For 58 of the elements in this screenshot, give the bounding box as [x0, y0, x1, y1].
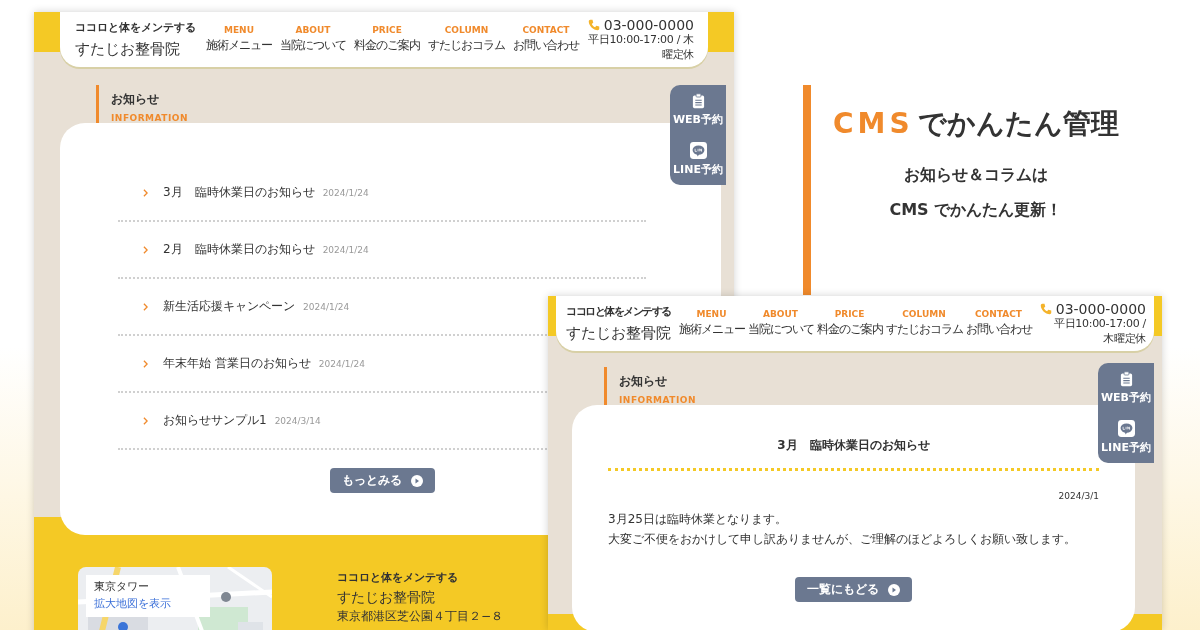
nav-link[interactable]: MENU 施術メニュー	[206, 25, 272, 54]
web-reservation-button[interactable]: WEB予約	[670, 85, 726, 135]
phone-icon	[1039, 303, 1052, 316]
chevron-icon	[143, 416, 148, 425]
line-reservation-button[interactable]: LINE予約	[1098, 413, 1154, 463]
chat-bubble-icon	[689, 142, 707, 160]
news-item[interactable]: 年末年始 営業日のお知らせ 2024/1/24	[163, 355, 365, 372]
nav-link[interactable]: PRICE 料金のご案内	[354, 25, 420, 54]
promo-text: CMS でかんたん更新！	[889, 200, 1063, 221]
nav-link[interactable]: COLUMN すたじおコラム	[428, 25, 505, 54]
footer-clinic-name: すたじお整骨院	[337, 587, 436, 606]
footer-tagline: ココロと体をメンテする	[337, 570, 459, 586]
section-subtitle: INFORMATION	[111, 113, 188, 123]
web-reservation-button[interactable]: WEB予約	[1098, 363, 1154, 413]
chat-bubble-icon	[1117, 420, 1135, 438]
article-date: 2024/3/1	[1058, 491, 1099, 501]
chevron-icon	[143, 359, 148, 368]
article-paragraph: 3月25日は臨時休業となります。	[608, 511, 788, 528]
article-paragraph: 大変ご不便をおかけして申し訳ありませんが、ご理解のほどよろしくお願い致します。	[608, 531, 1077, 548]
article-title: 3月 臨時休業日のお知らせ	[776, 437, 931, 454]
opening-hours: 平日10:00-17:00 / 木曜定休	[1052, 317, 1146, 346]
news-item[interactable]: お知らせサンプル1 2024/3/14	[163, 412, 321, 429]
more-button[interactable]: もっとみる	[329, 468, 435, 493]
map-place-name: 東京タワー	[94, 580, 150, 595]
nav-link[interactable]: ABOUT 当院について	[747, 309, 814, 338]
nav-link[interactable]: ABOUT 当院について	[280, 25, 346, 54]
promo-heading: CMS でかんたん管理	[833, 106, 1119, 142]
line-reservation-button[interactable]: LINE予約	[670, 135, 726, 185]
chevron-icon	[143, 188, 148, 197]
news-item[interactable]: 新生活応援キャンペーン 2024/1/24	[163, 298, 350, 315]
nav-link[interactable]: COLUMN すたじおコラム	[885, 309, 963, 338]
news-item[interactable]: 2月 臨時休業日のお知らせ 2024/1/24	[163, 241, 369, 258]
chevron-icon	[143, 302, 148, 311]
chevron-icon	[143, 245, 148, 254]
news-item[interactable]: 3月 臨時休業日のお知らせ 2024/1/24	[163, 184, 369, 201]
section-title: お知らせ	[111, 91, 160, 108]
phone-icon	[587, 19, 600, 32]
site-logo[interactable]: すたじお整骨院	[566, 322, 671, 344]
nav-link[interactable]: PRICE 料金のご案内	[816, 309, 883, 338]
promo-text: お知らせ＆コラムは	[903, 165, 1048, 186]
phone-number: 03-000-0000	[1055, 301, 1146, 318]
clipboard-icon	[1119, 370, 1133, 387]
clipboard-icon	[691, 92, 705, 109]
back-to-list-button[interactable]: 一覧にもどる	[795, 577, 912, 602]
phone-number: 03-000-0000	[603, 17, 694, 34]
section-title: お知らせ	[619, 373, 668, 390]
logo-tagline: ココロと体をメンテする	[75, 20, 196, 37]
nav-link[interactable]: MENU 施術メニュー	[678, 309, 745, 338]
nav-link[interactable]: CONTACT お問い合わせ	[965, 309, 1032, 338]
footer-address: 東京都港区芝公園４丁目２−８	[337, 608, 504, 625]
nav-link[interactable]: CONTACT お問い合わせ	[513, 25, 579, 54]
section-subtitle: INFORMATION	[619, 395, 696, 405]
play-icon	[410, 474, 423, 487]
site-logo[interactable]: すたじお整骨院	[75, 38, 180, 60]
play-icon	[888, 583, 900, 596]
logo-tagline: ココロと体をメンテする	[566, 304, 672, 321]
larger-map-link[interactable]: 拡大地図を表示	[94, 597, 202, 612]
opening-hours: 平日10:00-17:00 / 木曜定休	[587, 33, 694, 62]
